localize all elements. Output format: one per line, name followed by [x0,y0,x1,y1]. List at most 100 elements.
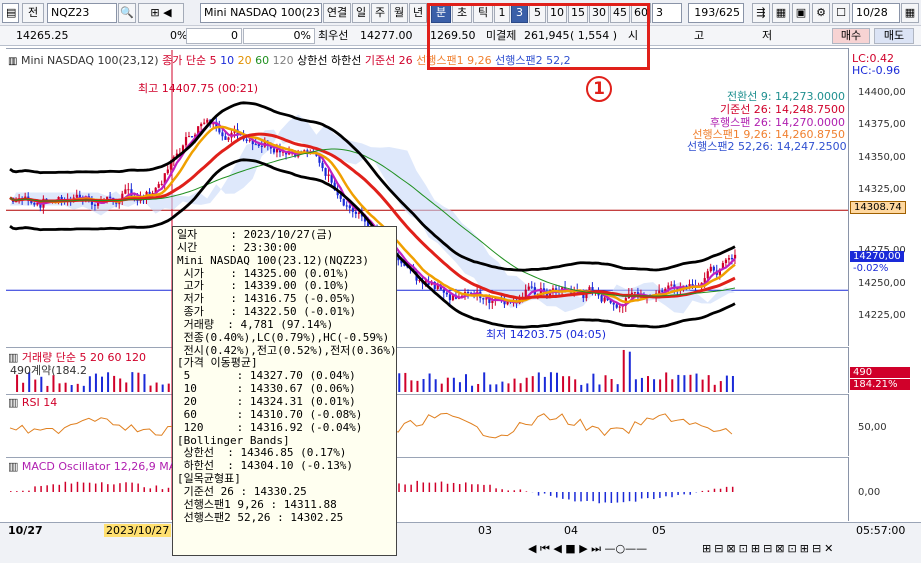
candle-body [724,259,728,264]
volume-bar [713,384,716,392]
data-tooltip: 일자 : 2023/10/27(금) 시간 : 23:30:00 Mini NASD… [172,226,397,556]
volume-sub: 490계약(184.2 [10,364,88,377]
macd-bar [452,482,455,492]
macd-bar [410,484,412,492]
volume-bar [416,380,419,392]
volume-bar [94,373,97,392]
tooltip-line: 선행스팬1 9,26 : 14311.88 [177,497,337,511]
volume-bar [483,372,486,392]
legend-ma10: 10 [220,54,235,67]
macd-bar [137,483,139,492]
volume-bar [88,376,91,392]
candle-body [224,136,227,140]
volume-bar [452,377,455,392]
xaxis-left: 10/27 [8,524,43,537]
macd-bar [501,489,503,492]
macd-bar [458,484,461,492]
macd-bar [167,487,170,492]
volume-bar [537,372,540,392]
macd-bar [519,489,522,492]
tooltip-line: 선행스팬2 52,26 : 14302.25 [177,510,344,524]
volume-bar [22,382,25,392]
low-label: 최저 14203.75 (04:05) [486,328,607,341]
volume-bar [519,383,522,392]
macd-bar [34,486,36,492]
rsi-legend: ▥ RSI 14 [8,396,58,409]
legend-ma60: 60 [255,54,270,67]
tooltip-line: 시간 : 23:30:00 [177,240,297,254]
annotation-number: 1 [586,76,612,102]
volume-bar [137,372,140,392]
volume-bar [677,374,680,392]
macd-bar [52,484,54,492]
rsi-legend-text: RSI 14 [21,396,58,409]
macd-bar [549,492,552,496]
macd-bar [113,484,115,492]
rsi-tick: 50,00 [858,422,887,433]
candle-body [670,284,673,286]
xaxis-date-box: 2023/10/27 [104,524,172,537]
macd-bar [94,483,97,492]
candle-body [327,174,330,176]
candle-body [203,122,206,124]
volume-bar [434,379,437,392]
macd-bar [592,492,594,502]
macd-bar [428,482,431,492]
macd-bar [610,492,613,503]
macd-bar [477,484,479,492]
candle-body [75,194,78,198]
tick-14225: 14225,00 [858,310,906,321]
tooltip-line: [일목균형표] [177,472,241,486]
macd-legend-text: MACD Oscillator 12,26,9 MA [21,460,177,473]
volume-bar [113,375,116,392]
volume-bar [64,382,67,392]
volume-bar [495,384,498,392]
volume-bar [622,349,625,392]
candle-body [272,148,276,153]
volume-bar [465,374,467,392]
macd-bar [495,488,497,492]
macd-bar [76,481,79,492]
candle-body [706,271,709,279]
volume-bar [665,372,668,392]
candle-body [321,162,324,169]
macd-bar [489,484,491,492]
tooltip-line: 60 : 14310.70 (-0.08%) [177,407,363,421]
price-tag-1: 14308.74 [850,201,906,214]
macd-bar [683,492,685,495]
candle-body [445,292,448,295]
candle-body [485,298,488,300]
candle-body [275,149,279,153]
candle-body [727,258,731,260]
macd-bar [707,490,710,492]
volume-bar [725,375,728,392]
nav-controls[interactable]: ◀ ⏮ ◀ ■ ▶ ⏭ —○—— [528,542,647,556]
candle-body [467,292,470,294]
legend-lower: 하한선 [330,54,362,67]
candle-body [93,204,97,206]
macd-bar [731,486,734,492]
volume-bar [701,379,704,392]
candle-body [166,169,169,174]
tooltip-line: 기준선 26 : 14330.25 [177,484,307,498]
candle-body [491,300,494,303]
macd-bar [513,490,516,492]
tick-14250: 14250,00 [858,278,906,289]
xaxis-03: 03 [478,524,492,537]
candle-body [633,292,637,294]
macd-bar [82,482,85,492]
volume-bar [70,385,73,392]
macd-bar [671,492,673,498]
bottom-tools[interactable]: ⊞⊟⊠⊡⊞⊟⊠⊡⊞⊟✕ [702,542,836,555]
macd-bar [525,491,528,492]
volume-bar [119,378,122,392]
macd-bar [416,480,418,492]
macd-bar [28,490,30,492]
volume-bar [604,375,607,392]
xaxis-04: 04 [564,524,578,537]
tooltip-line: Mini NASDAQ 100(23.12)(NQZ23) [177,253,370,267]
macd-bar [446,483,449,492]
macd-bar [725,486,728,492]
macd-bar [70,483,73,492]
candle-body [248,140,251,142]
